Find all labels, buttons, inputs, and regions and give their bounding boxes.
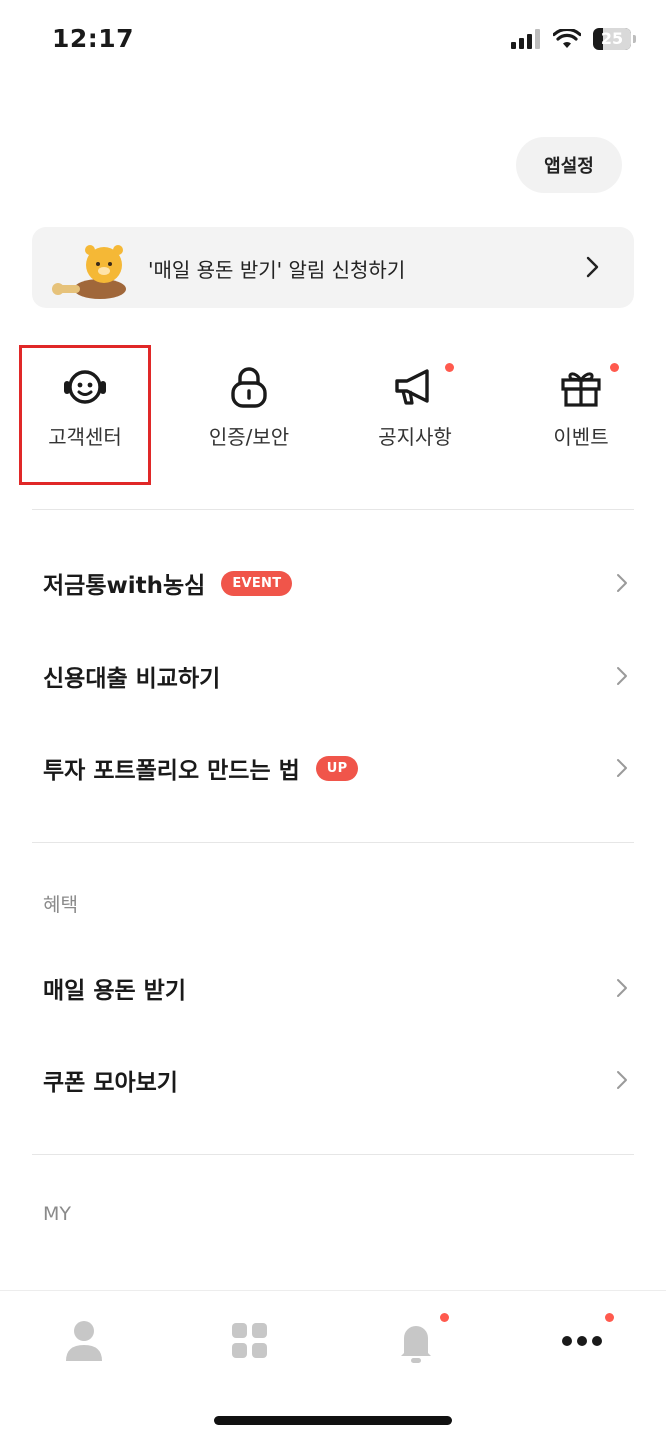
quick-item-label: 이벤트 xyxy=(553,425,609,449)
menu-item-credit-loan[interactable]: 신용대출 비교하기 xyxy=(0,636,666,716)
megaphone-icon xyxy=(395,369,429,405)
up-badge: UP xyxy=(315,755,359,781)
chevron-right-icon xyxy=(586,256,599,278)
home-indicator xyxy=(214,1416,452,1425)
status-icons: 25 xyxy=(511,28,636,50)
chevron-right-icon xyxy=(617,574,627,592)
chevron-right-icon xyxy=(617,667,627,685)
menu-item-portfolio[interactable]: 투자 포트폴리오 만드는 법 UP xyxy=(0,728,666,808)
menu-item-label-wrap: 신용대출 비교하기 xyxy=(43,659,220,693)
quick-item-label: 인증/보안 xyxy=(208,425,290,449)
menu-item-label-wrap: 저금통with농심 EVENT xyxy=(43,566,293,600)
status-time: 12:17 xyxy=(52,24,135,53)
new-dot xyxy=(610,363,619,372)
notification-dot xyxy=(605,1313,614,1322)
nav-tab-all[interactable] xyxy=(220,1311,280,1371)
menu-item-label: 투자 포트폴리오 만드는 법 xyxy=(43,758,300,784)
menu-item-label-wrap: 투자 포트폴리오 만드는 법 UP xyxy=(43,751,359,785)
chevron-right-icon xyxy=(617,1071,627,1089)
quick-item-notice[interactable]: 공지사항 xyxy=(350,345,480,483)
menu-item-label: 매일 용돈 받기 xyxy=(43,978,186,1004)
character-illustration-icon xyxy=(52,245,126,299)
menu-item-daily-allowance[interactable]: 매일 용돈 받기 xyxy=(0,948,666,1028)
menu-item-label-wrap: 매일 용돈 받기 xyxy=(43,971,186,1005)
menu-item-label: 쿠폰 모아보기 xyxy=(43,1070,178,1096)
battery-body: 25 xyxy=(593,28,631,50)
app-settings-button[interactable]: 앱설정 xyxy=(516,137,622,193)
divider xyxy=(32,509,634,510)
menu-item-coupons[interactable]: 쿠폰 모아보기 xyxy=(0,1040,666,1120)
battery-indicator: 25 xyxy=(593,28,636,50)
section-title-my: MY xyxy=(43,1203,71,1225)
menu-item-label: 저금통with농심 xyxy=(43,573,206,599)
more-dots-icon xyxy=(562,1336,602,1346)
wifi-icon xyxy=(553,29,581,48)
new-dot xyxy=(445,363,454,372)
lock-icon xyxy=(231,367,267,408)
event-badge: EVENT xyxy=(221,570,293,596)
highlight-box xyxy=(19,345,151,485)
menu-item-savings-nongshim[interactable]: 저금통with농심 EVENT xyxy=(0,543,666,623)
menu-item-label-wrap: 쿠폰 모아보기 xyxy=(43,1063,178,1097)
divider xyxy=(32,1154,634,1155)
person-icon xyxy=(66,1321,102,1361)
bell-icon xyxy=(401,1326,431,1363)
section-title-benefits: 혜택 xyxy=(43,894,78,916)
nav-tab-notifications[interactable] xyxy=(386,1311,449,1371)
menu-item-label: 신용대출 비교하기 xyxy=(43,666,221,692)
divider xyxy=(32,842,634,843)
gift-icon xyxy=(561,372,601,407)
quick-item-auth-security[interactable]: 인증/보안 xyxy=(184,345,314,483)
chevron-right-icon xyxy=(617,759,627,777)
quick-item-event[interactable]: 이벤트 xyxy=(516,345,646,483)
battery-percent: 25 xyxy=(600,29,624,48)
chevron-right-icon xyxy=(617,979,627,997)
battery-tip xyxy=(633,35,636,43)
nav-tab-profile[interactable] xyxy=(54,1311,114,1371)
grid-icon xyxy=(232,1323,267,1358)
nav-tab-more[interactable] xyxy=(552,1311,614,1371)
banner-text: '매일 용돈 받기' 알림 신청하기 xyxy=(148,258,406,282)
notification-banner[interactable]: '매일 용돈 받기' 알림 신청하기 xyxy=(32,227,634,308)
notification-dot xyxy=(440,1313,449,1322)
status-bar: 12:17 25 xyxy=(0,0,666,84)
quick-item-label: 공지사항 xyxy=(378,425,452,449)
cellular-signal-icon xyxy=(511,29,540,49)
